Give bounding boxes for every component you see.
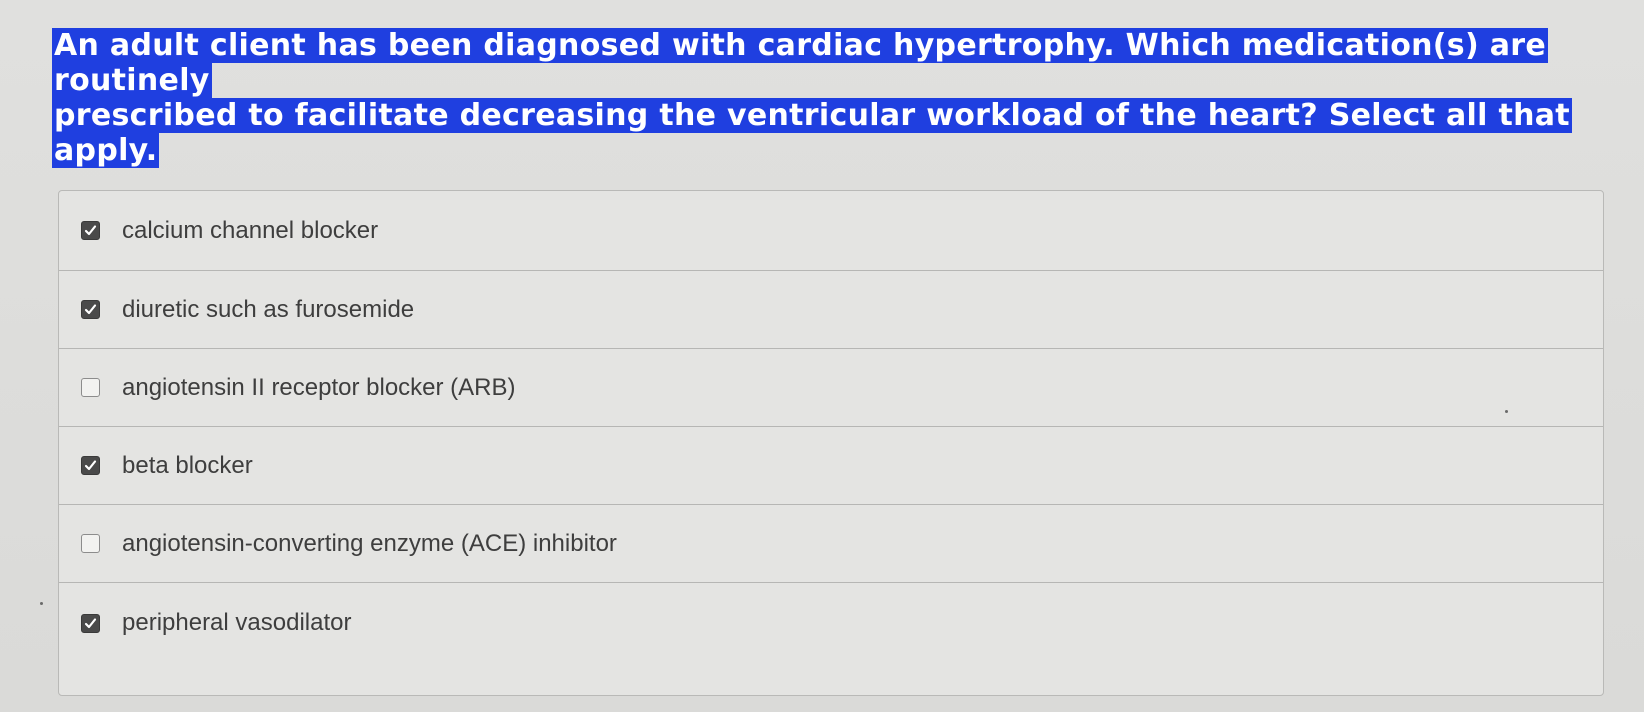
option-label: beta blocker xyxy=(122,451,253,479)
page: An adult client has been diagnosed with … xyxy=(0,0,1644,712)
option-arb[interactable]: angiotensin II receptor blocker (ARB) xyxy=(59,349,1603,427)
stray-mark xyxy=(1505,410,1508,413)
option-ace-inhibitor[interactable]: angiotensin-converting enzyme (ACE) inhi… xyxy=(59,505,1603,583)
stray-mark xyxy=(40,602,43,605)
option-label: angiotensin II receptor blocker (ARB) xyxy=(122,373,516,401)
option-beta-blocker[interactable]: beta blocker xyxy=(59,427,1603,505)
checkbox-unchecked-icon[interactable] xyxy=(81,378,100,397)
question-text: An adult client has been diagnosed with … xyxy=(52,28,1612,168)
checkbox-checked-icon[interactable] xyxy=(81,300,100,319)
option-label: peripheral vasodilator xyxy=(122,609,352,636)
option-peripheral-vasodilator[interactable]: peripheral vasodilator xyxy=(59,583,1603,663)
checkbox-checked-icon[interactable] xyxy=(81,456,100,475)
checkbox-unchecked-icon[interactable] xyxy=(81,534,100,553)
checkbox-checked-icon[interactable] xyxy=(81,613,100,633)
option-label: angiotensin-converting enzyme (ACE) inhi… xyxy=(122,529,617,557)
checkbox-checked-icon[interactable] xyxy=(81,221,100,240)
question-line-1: An adult client has been diagnosed with … xyxy=(52,28,1548,98)
option-label: calcium channel blocker xyxy=(122,216,379,244)
answer-options-list: calcium channel blocker diuretic such as… xyxy=(58,190,1604,696)
option-calcium-channel-blocker[interactable]: calcium channel blocker xyxy=(59,191,1603,271)
option-label: diuretic such as furosemide xyxy=(122,295,415,323)
question-line-2: prescribed to facilitate decreasing the … xyxy=(52,98,1572,168)
option-diuretic[interactable]: diuretic such as furosemide xyxy=(59,271,1603,349)
